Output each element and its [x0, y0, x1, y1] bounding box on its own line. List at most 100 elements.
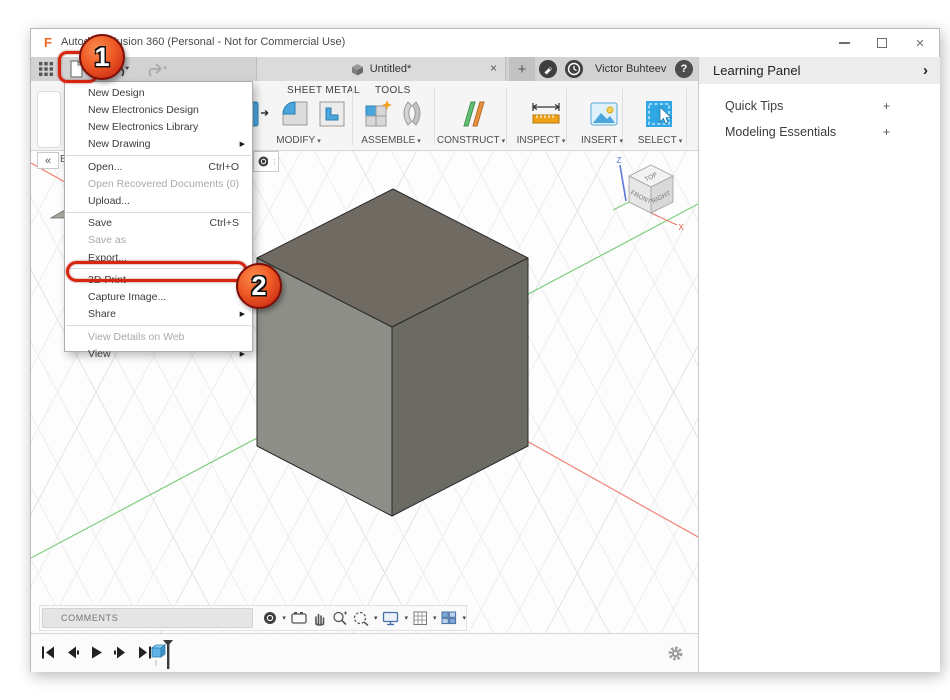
pan-tool-icon[interactable]: [312, 611, 327, 626]
viewports-icon[interactable]: [441, 611, 457, 625]
insert-group-button[interactable]: INSERT▾: [571, 135, 633, 146]
window-maximize-button[interactable]: [863, 29, 901, 57]
learning-row-modeling-essentials[interactable]: Modeling Essentials +: [699, 119, 940, 145]
menu-item-upload[interactable]: Upload...: [65, 192, 252, 209]
menu-label: Capture Image...: [88, 291, 166, 303]
menu-label: Save as: [88, 234, 126, 246]
grid-dropdown-icon[interactable]: ▾: [433, 614, 437, 622]
menu-shortcut: Ctrl+O: [208, 161, 239, 173]
extensions-button[interactable]: [539, 60, 557, 78]
orbit-tool-icon[interactable]: [263, 611, 277, 625]
submenu-arrow-icon: ▶: [240, 350, 245, 358]
select-group-button[interactable]: SELECT▾: [629, 135, 691, 146]
window-close-button[interactable]: ×: [901, 29, 939, 57]
zoom-window-tool-icon[interactable]: [353, 611, 369, 626]
learning-row-quick-tips[interactable]: Quick Tips +: [699, 93, 940, 119]
menu-item-capture-image[interactable]: Capture Image...: [65, 289, 252, 306]
display-settings-icon[interactable]: [382, 611, 399, 626]
learning-panel-title: Learning Panel: [713, 63, 800, 78]
timeline-step-back-button[interactable]: [65, 645, 80, 660]
expand-plus-icon[interactable]: +: [883, 99, 890, 113]
fillet-icon[interactable]: [280, 99, 310, 129]
menu-item-new-design[interactable]: New Design: [65, 84, 252, 101]
menu-item-new-electronics-library[interactable]: New Electronics Library: [65, 118, 252, 135]
modify-label: MODIFY: [276, 135, 315, 146]
menu-separator: [66, 325, 251, 326]
construct-group-button[interactable]: CONSTRUCT▾: [426, 135, 516, 146]
chevron-right-icon[interactable]: ›: [923, 62, 928, 79]
menu-item-new-electronics-design[interactable]: New Electronics Design: [65, 101, 252, 118]
menu-label: New Design: [88, 87, 145, 99]
learning-panel: Learning Panel › Quick Tips + Modeling E…: [698, 57, 940, 672]
menu-item-share[interactable]: Share▶: [65, 306, 252, 323]
modeling-essentials-label: Modeling Essentials: [725, 125, 836, 139]
menu-label: New Electronics Library: [88, 121, 198, 133]
tab-tools[interactable]: TOOLS: [375, 85, 411, 96]
timeline-feature-marker[interactable]: [143, 638, 179, 670]
document-cube-icon: [351, 63, 364, 76]
joint-icon[interactable]: [397, 99, 427, 129]
orbit-dropdown-icon[interactable]: ▾: [282, 614, 286, 622]
callout-step-2: 2: [236, 263, 282, 309]
assemble-group-button[interactable]: ASSEMBLE▾: [353, 135, 429, 146]
window-minimize-button[interactable]: [825, 29, 863, 57]
menu-item-view-details-on-web: View Details on Web: [65, 328, 252, 345]
expand-plus-icon[interactable]: +: [883, 125, 890, 139]
modify-group-button[interactable]: MODIFY▾: [261, 135, 336, 146]
tab-close-icon[interactable]: ×: [490, 61, 497, 75]
insert-image-icon[interactable]: [589, 99, 619, 129]
look-at-tool-icon[interactable]: [291, 611, 307, 625]
select-label: SELECT: [638, 135, 677, 146]
help-icon: ?: [681, 63, 688, 75]
model-cube: [257, 189, 528, 516]
redo-button[interactable]: [147, 61, 173, 77]
menu-item-view[interactable]: View▶: [65, 345, 252, 362]
menu-label: Open...: [88, 161, 122, 173]
timeline-go-to-start-button[interactable]: [41, 645, 56, 660]
learning-panel-header[interactable]: Learning Panel ›: [699, 57, 940, 84]
menu-separator: [66, 155, 251, 156]
measure-icon[interactable]: [530, 99, 562, 129]
zoom-dropdown-icon[interactable]: ▾: [374, 614, 378, 622]
browser-collapse-button[interactable]: «: [37, 152, 59, 169]
new-component-icon[interactable]: [363, 99, 393, 129]
inspect-group-button[interactable]: INSPECT▾: [506, 135, 576, 146]
quick-access-bar: ▾ Untitled* × +: [31, 57, 698, 81]
menu-label: Share: [88, 308, 116, 320]
display-dropdown-icon[interactable]: ▾: [404, 614, 408, 622]
view-cube[interactable]: TOP FRONT RIGHT Z X: [609, 155, 698, 233]
menu-item-save[interactable]: SaveCtrl+S: [65, 215, 252, 232]
dropdown-icon: ▾: [562, 138, 566, 145]
menu-item-open-recovered-documents: Open Recovered Documents (0): [65, 175, 252, 192]
menu-label: Save: [88, 217, 112, 229]
user-account-button[interactable]: Victor Buhteev: [595, 63, 666, 75]
timeline-settings-gear-icon[interactable]: [667, 645, 684, 662]
quick-tips-label: Quick Tips: [725, 99, 783, 113]
file-menu-dropdown: New Design New Electronics Design New El…: [64, 81, 253, 352]
menu-separator: [66, 212, 251, 213]
construct-plane-icon[interactable]: [457, 99, 489, 129]
menu-item-open[interactable]: Open... Ctrl+O: [65, 158, 252, 175]
app-launcher-grid-icon[interactable]: [38, 61, 54, 77]
menu-label: View Details on Web: [88, 331, 185, 343]
menu-label: New Drawing: [88, 138, 150, 150]
zoom-tool-icon[interactable]: [332, 611, 348, 626]
job-status-button[interactable]: [565, 60, 583, 78]
viewports-dropdown-icon[interactable]: ▾: [462, 614, 466, 622]
z-axis-label: Z: [617, 156, 622, 165]
comments-input[interactable]: [42, 608, 253, 628]
document-tab-untitled[interactable]: Untitled* ×: [256, 57, 506, 81]
annotation-ring-3d-print: [66, 261, 248, 282]
timeline-bar: [31, 633, 698, 672]
menu-item-new-drawing[interactable]: New Drawing▶: [65, 136, 252, 153]
help-button[interactable]: ?: [675, 60, 693, 78]
new-tab-button[interactable]: +: [509, 57, 535, 81]
timeline-step-forward-button[interactable]: [113, 645, 128, 660]
collapse-icon: «: [45, 156, 51, 166]
clipped-orbit-widget[interactable]: ⋮: [253, 151, 279, 172]
select-icon[interactable]: [644, 99, 674, 129]
timeline-play-button[interactable]: [89, 645, 104, 660]
grid-snap-icon[interactable]: [413, 611, 428, 626]
shell-icon[interactable]: [317, 99, 347, 129]
tab-sheet-metal[interactable]: SHEET METAL: [287, 85, 360, 96]
